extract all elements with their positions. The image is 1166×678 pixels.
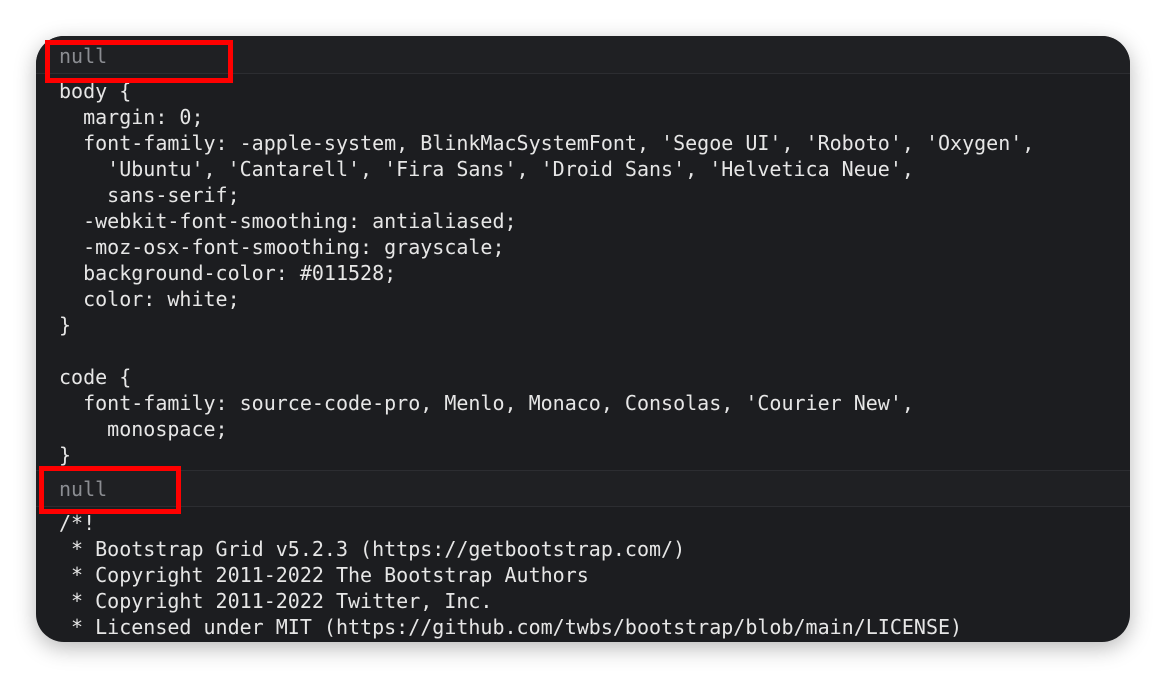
code-line: 'Ubuntu', 'Cantarell', 'Fira Sans', 'Dro… <box>59 157 914 181</box>
code-block[interactable]: /*! * Bootstrap Grid v5.2.3 (https://get… <box>59 510 962 640</box>
code-line: -webkit-font-smoothing: antialiased; <box>59 209 517 233</box>
code-line: margin: 0; <box>59 105 204 129</box>
code-line: -moz-osx-font-smoothing: grayscale; <box>59 235 505 259</box>
code-line: code { <box>59 365 132 389</box>
code-line: font-family: -apple-system, BlinkMacSyst… <box>59 131 1035 155</box>
section-title: null <box>59 477 108 501</box>
code-block[interactable]: body { margin: 0; font-family: -apple-sy… <box>59 78 1034 468</box>
section-header: null <box>36 470 1130 507</box>
code-line: /*! <box>59 511 96 535</box>
code-line: * Bootstrap Grid v5.2.3 (https://getboot… <box>59 537 686 561</box>
code-line: font-family: source-code-pro, Menlo, Mon… <box>59 391 914 415</box>
code-line: * Copyright 2011-2022 Twitter, Inc. <box>59 589 493 613</box>
section-title: null <box>59 44 108 68</box>
code-line: * Copyright 2011-2022 The Bootstrap Auth… <box>59 563 589 587</box>
code-line: * Licensed under MIT (https://github.com… <box>59 615 963 639</box>
code-line: color: white; <box>59 287 240 311</box>
code-line: } <box>59 443 72 467</box>
code-line: body { <box>59 79 132 103</box>
code-line: sans-serif; <box>59 183 240 207</box>
code-line: monospace; <box>59 417 228 441</box>
code-viewer-panel: null body { margin: 0; font-family: -app… <box>36 36 1130 642</box>
code-line: } <box>59 313 72 337</box>
section-header: null <box>36 36 1130 74</box>
code-line: background-color: #011528; <box>59 261 397 285</box>
